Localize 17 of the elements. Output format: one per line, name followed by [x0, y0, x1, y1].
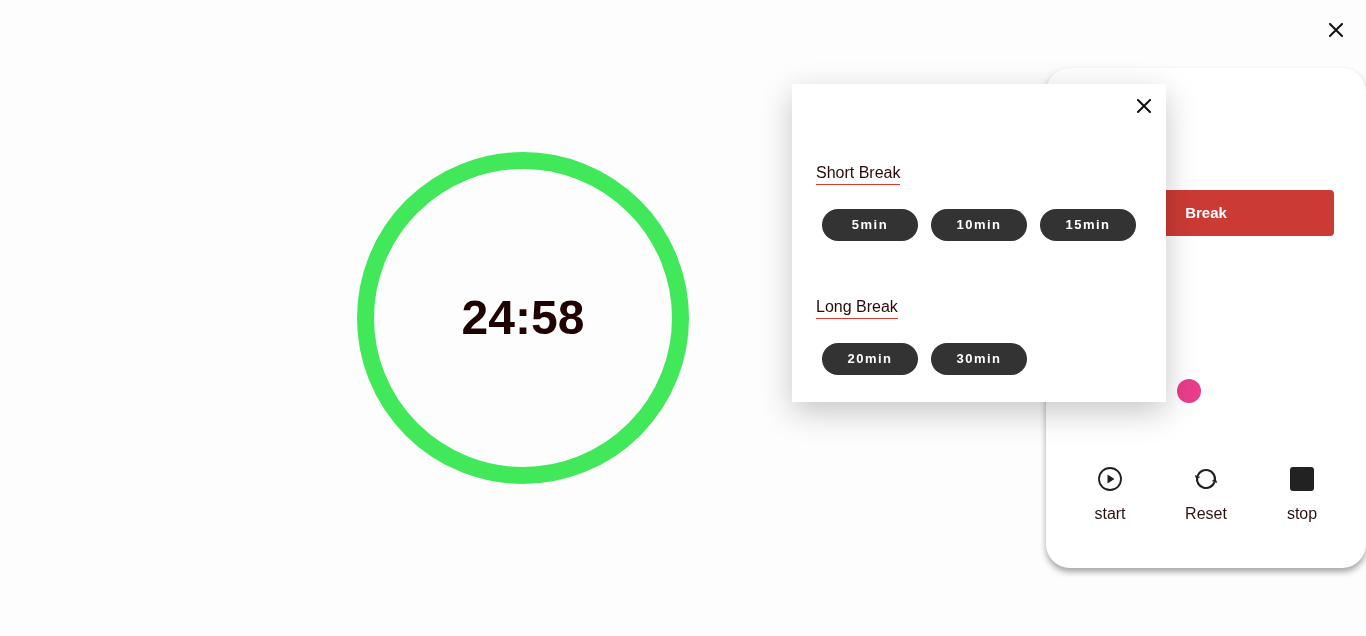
duration-button[interactable]: 30min — [931, 343, 1027, 375]
reset-button[interactable]: Reset — [1158, 467, 1254, 524]
stop-button[interactable]: stop — [1254, 467, 1350, 524]
close-icon — [1329, 23, 1343, 37]
section-title: Short Break — [816, 163, 901, 185]
start-button[interactable]: start — [1062, 467, 1158, 524]
section-title: Long Break — [816, 297, 898, 319]
timer-time: 24:58 — [461, 294, 585, 342]
duration-button[interactable]: 20min — [822, 343, 918, 375]
play-circle-icon — [1098, 467, 1122, 491]
color-swatch-icon[interactable] — [1177, 379, 1201, 403]
duration-button[interactable]: 10min — [931, 209, 1027, 241]
duration-button[interactable]: 5min — [822, 209, 918, 241]
close-icon — [1137, 99, 1151, 113]
refresh-icon — [1194, 467, 1218, 491]
stop-icon — [1290, 467, 1314, 491]
duration-button[interactable]: 15min — [1040, 209, 1136, 241]
